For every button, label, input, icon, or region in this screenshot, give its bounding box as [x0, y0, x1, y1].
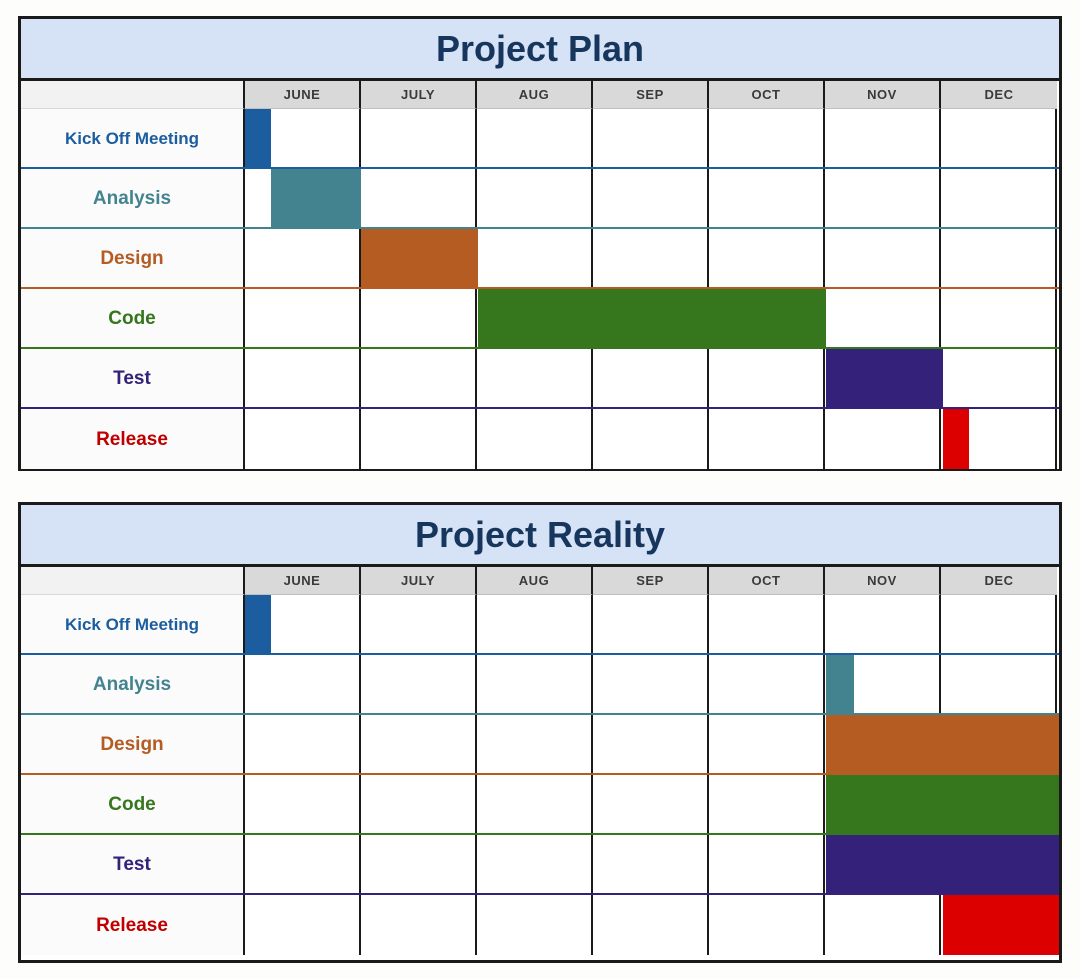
task-track-kick-off-plan: [245, 109, 1059, 167]
project-plan-grid: JUNE JULY AUG SEP OCT NOV DEC Kick Off M…: [21, 81, 1059, 469]
task-track-release-reality: [245, 895, 1059, 955]
task-label: Kick Off Meeting: [64, 128, 200, 148]
task-track-analysis-reality: [245, 655, 1059, 713]
month-header-corner-plan: [21, 81, 245, 109]
task-track-code-reality: [245, 775, 1059, 833]
gantt-bar-design-plan: [361, 229, 478, 287]
gantt-bar-kick-off-plan: [245, 109, 272, 167]
project-reality-grid: JUNE JULY AUG SEP OCT NOV DEC Kick Off M…: [21, 567, 1059, 955]
task-track-design-plan: [245, 229, 1059, 287]
table-row: Code: [21, 289, 1059, 349]
task-track-release-plan: [245, 409, 1059, 469]
table-row: Code: [21, 775, 1059, 835]
table-row: Analysis: [21, 655, 1059, 715]
gantt-bar-analysis-plan: [271, 169, 362, 227]
task-label-cell-design-reality: Design: [21, 715, 245, 773]
task-track-design-reality: [245, 715, 1059, 773]
month-header-aug-reality: AUG: [477, 567, 593, 595]
task-label-cell-release-plan: Release: [21, 409, 245, 469]
table-row: Release: [21, 895, 1059, 955]
task-label: Code: [108, 307, 156, 329]
table-row: Test: [21, 349, 1059, 409]
task-label-cell-analysis-reality: Analysis: [21, 655, 245, 713]
task-track-analysis-plan: [245, 169, 1059, 227]
project-plan-title: Project Plan: [435, 27, 645, 69]
month-header-oct-plan: OCT: [709, 81, 825, 109]
task-track-test-plan: [245, 349, 1059, 407]
gantt-bar-kick-off-reality: [245, 595, 272, 653]
gantt-bar-test-plan: [826, 349, 943, 407]
gantt-bar-code-plan: [477, 289, 827, 347]
task-label-cell-analysis-plan: Analysis: [21, 169, 245, 227]
task-label-cell-test-plan: Test: [21, 349, 245, 407]
project-plan-chart: Project Plan JUNE JULY AUG SEP OCT NOV D…: [18, 16, 1062, 471]
table-row: Kick Off Meeting: [21, 595, 1059, 655]
task-label-cell-release-reality: Release: [21, 895, 245, 955]
month-header-row-plan: JUNE JULY AUG SEP OCT NOV DEC: [21, 81, 1059, 109]
table-row: Release: [21, 409, 1059, 469]
month-header-sep-reality: SEP: [593, 567, 709, 595]
month-header-nov-reality: NOV: [825, 567, 941, 595]
task-label: Code: [108, 793, 156, 815]
task-label: Test: [113, 853, 151, 875]
gantt-bar-release-reality: [942, 895, 1059, 955]
gantt-bar-test-reality: [826, 835, 1059, 893]
month-header-dec-plan: DEC: [941, 81, 1057, 109]
task-track-kick-off-reality: [245, 595, 1059, 653]
task-label: Release: [96, 914, 168, 936]
task-label-cell-design-plan: Design: [21, 229, 245, 287]
table-row: Analysis: [21, 169, 1059, 229]
project-reality-title: Project Reality: [414, 513, 666, 555]
gantt-bar-code-reality: [826, 775, 1059, 833]
table-row: Kick Off Meeting: [21, 109, 1059, 169]
task-label: Analysis: [92, 187, 172, 209]
task-label-cell-code-reality: Code: [21, 775, 245, 833]
gantt-bar-design-reality: [826, 715, 1059, 773]
task-label-cell-kick-off-reality: Kick Off Meeting: [21, 595, 245, 653]
project-reality-title-bar: Project Reality: [21, 505, 1059, 567]
month-header-june-reality: JUNE: [245, 567, 361, 595]
month-header-nov-plan: NOV: [825, 81, 941, 109]
task-label: Design: [100, 733, 164, 755]
task-label-cell-code-plan: Code: [21, 289, 245, 347]
project-reality-chart: Project Reality JUNE JULY AUG SEP OCT NO…: [18, 502, 1062, 963]
gantt-chart-page: Project Plan JUNE JULY AUG SEP OCT NOV D…: [0, 0, 1080, 979]
task-track-test-reality: [245, 835, 1059, 893]
month-header-oct-reality: OCT: [709, 567, 825, 595]
task-label: Design: [100, 247, 164, 269]
gantt-bar-release-plan: [942, 409, 969, 469]
table-row: Design: [21, 715, 1059, 775]
month-header-june-plan: JUNE: [245, 81, 361, 109]
task-label: Analysis: [92, 673, 172, 695]
task-label-cell-test-reality: Test: [21, 835, 245, 893]
month-header-dec-reality: DEC: [941, 567, 1057, 595]
table-row: Test: [21, 835, 1059, 895]
gantt-bar-analysis-reality: [826, 655, 854, 713]
task-label: Release: [96, 428, 168, 450]
project-plan-title-bar: Project Plan: [21, 19, 1059, 81]
table-row: Design: [21, 229, 1059, 289]
month-header-aug-plan: AUG: [477, 81, 593, 109]
task-label: Test: [113, 367, 151, 389]
month-header-corner-reality: [21, 567, 245, 595]
task-label-cell-kick-off-plan: Kick Off Meeting: [21, 109, 245, 167]
month-header-row-reality: JUNE JULY AUG SEP OCT NOV DEC: [21, 567, 1059, 595]
month-header-july-plan: JULY: [361, 81, 477, 109]
task-label: Kick Off Meeting: [64, 614, 200, 634]
task-track-code-plan: [245, 289, 1059, 347]
month-header-sep-plan: SEP: [593, 81, 709, 109]
month-header-july-reality: JULY: [361, 567, 477, 595]
